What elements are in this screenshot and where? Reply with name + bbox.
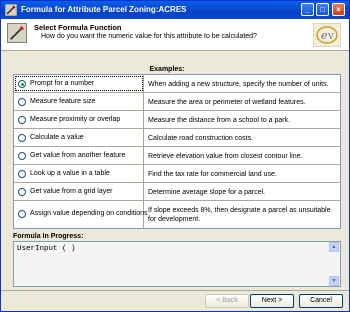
option-label[interactable]: Look up a value in a table xyxy=(30,170,110,177)
formula-dialog: Formula for Attribute Parcel Zoning:ACRE… xyxy=(0,0,350,312)
option-label[interactable]: Measure proximity or overlap xyxy=(30,116,120,123)
option-label[interactable]: Calculate a value xyxy=(30,134,84,141)
option-example: Find the tax rate for commercial land us… xyxy=(148,171,277,178)
header-subtitle: How do you want the numeric value for th… xyxy=(41,33,257,40)
footer-divider xyxy=(1,290,349,291)
formula-function-grid: Prompt for a number When adding a new st… xyxy=(13,74,341,229)
option-example: If slope exceeds 8%, then designate a pa… xyxy=(148,207,331,223)
close-button[interactable]: × xyxy=(332,3,345,16)
option-example: Determine average slope for a parcel. xyxy=(148,189,266,196)
option-cell[interactable]: Measure proximity or overlap xyxy=(14,111,144,128)
radio-button-selected[interactable] xyxy=(18,80,26,88)
option-row[interactable]: Get value from a grid layer Determine av… xyxy=(14,183,340,201)
option-label[interactable]: Assign value depending on conditions xyxy=(30,210,148,217)
header-title: Select Formula Function xyxy=(34,23,122,32)
option-label[interactable]: Prompt for a number xyxy=(30,80,94,87)
option-row[interactable]: Look up a value in a table Find the tax … xyxy=(14,165,340,183)
radio-button[interactable] xyxy=(18,188,26,196)
option-cell[interactable]: Assign value depending on conditions xyxy=(14,201,148,228)
window-title: Formula for Attribute Parcel Zoning:ACRE… xyxy=(21,5,187,14)
option-row[interactable]: Measure proximity or overlap Measure the… xyxy=(14,111,340,129)
formula-tool-icon xyxy=(7,23,27,43)
scroll-up-icon[interactable]: ▲ xyxy=(329,242,339,252)
radio-button[interactable] xyxy=(18,152,26,160)
option-row[interactable]: Get value from another feature Retrieve … xyxy=(14,147,340,165)
option-cell[interactable]: Measure feature size xyxy=(14,93,144,110)
svg-text:V: V xyxy=(327,32,334,41)
option-row[interactable]: Measure feature size Measure the area or… xyxy=(14,93,340,111)
option-cell[interactable]: Get value from another feature xyxy=(14,147,144,164)
option-example: Retrieve elevation value from closest co… xyxy=(148,153,303,160)
option-example: Measure the distance from a school to a … xyxy=(148,117,291,124)
minimize-button[interactable]: _ xyxy=(301,3,314,16)
next-button[interactable]: Next > xyxy=(250,294,294,308)
radio-button[interactable] xyxy=(18,98,26,106)
option-cell[interactable]: Get value from a grid layer xyxy=(14,183,144,200)
scroll-down-icon[interactable]: ▼ xyxy=(329,276,339,286)
radio-button[interactable] xyxy=(18,210,26,218)
maximize-button[interactable]: □ xyxy=(316,3,329,16)
option-example: When adding a new structure, specify the… xyxy=(148,81,329,88)
radio-button[interactable] xyxy=(18,170,26,178)
title-bar[interactable]: Formula for Attribute Parcel Zoning:ACRE… xyxy=(1,1,349,19)
back-button[interactable]: < Back xyxy=(205,294,249,308)
cancel-button[interactable]: Cancel xyxy=(299,294,343,308)
svg-text:e: e xyxy=(321,29,328,42)
wizard-header: Select Formula Function How do you want … xyxy=(1,19,349,51)
radio-button[interactable] xyxy=(18,134,26,142)
option-cell[interactable]: Prompt for a number xyxy=(14,75,144,92)
examples-heading: Examples: xyxy=(149,66,185,73)
formula-text-area[interactable]: UserInput ( ) xyxy=(13,241,341,287)
formula-progress-label: Formula In Progress: xyxy=(13,233,84,240)
option-example: Measure the area or perimeter of wetland… xyxy=(148,99,306,106)
option-cell[interactable]: Calculate a value xyxy=(14,129,144,146)
option-label[interactable]: Get value from a grid layer xyxy=(30,188,112,195)
option-label[interactable]: Measure feature size xyxy=(30,98,95,105)
option-label[interactable]: Get value from another feature xyxy=(30,152,125,159)
option-example: Calculate road construction costs. xyxy=(148,135,254,142)
option-cell[interactable]: Look up a value in a table xyxy=(14,165,144,182)
option-row[interactable]: Prompt for a number When adding a new st… xyxy=(14,75,340,93)
option-row[interactable]: Assign value depending on conditions If … xyxy=(14,201,340,228)
product-logo-icon: e V xyxy=(313,23,341,47)
option-row[interactable]: Calculate a value Calculate road constru… xyxy=(14,129,340,147)
app-icon xyxy=(5,4,17,16)
radio-button[interactable] xyxy=(18,116,26,124)
